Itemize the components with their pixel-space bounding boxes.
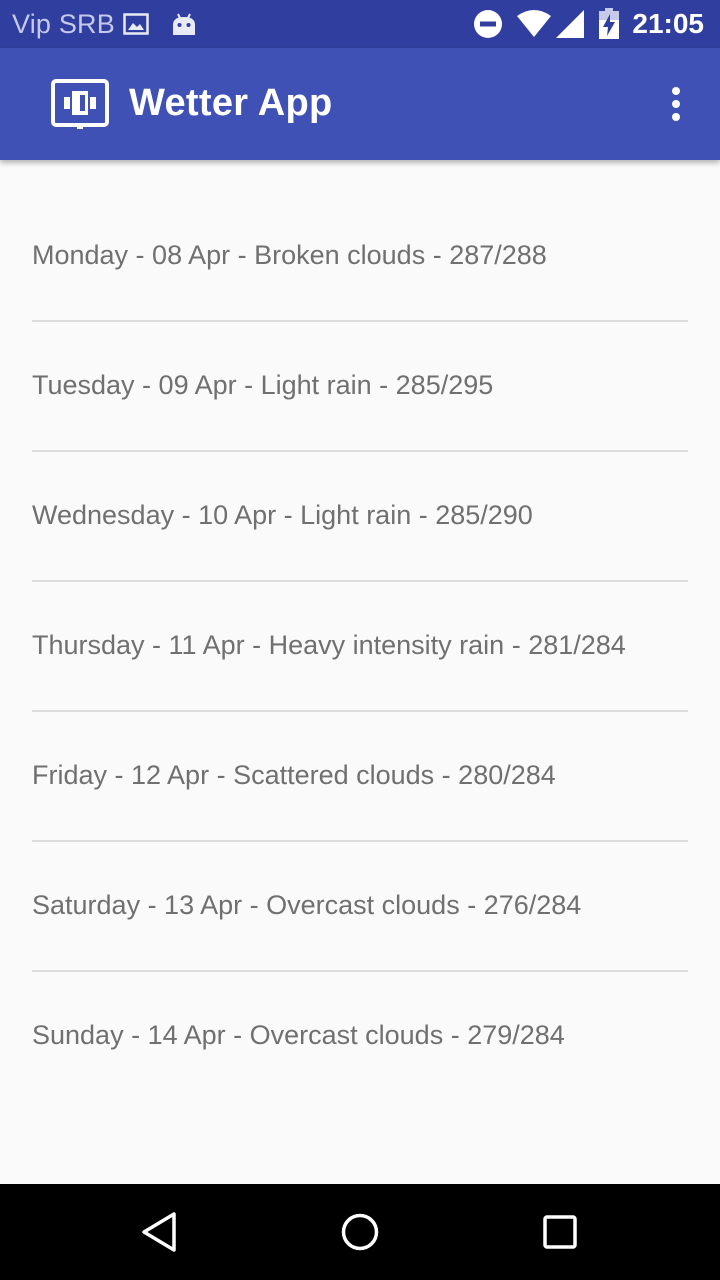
forecast-text: Thursday - 11 Apr - Heavy intensity rain… — [32, 630, 626, 660]
status-clock: 21:05 — [632, 8, 704, 39]
list-item[interactable]: Tuesday - 09 Apr - Light rain - 285/295 — [32, 290, 688, 420]
list-item[interactable]: Monday - 08 Apr - Broken clouds - 287/28… — [32, 160, 688, 290]
forecast-text: Sunday - 14 Apr - Overcast clouds - 279/… — [32, 1020, 565, 1050]
forecast-text: Saturday - 13 Apr - Overcast clouds - 27… — [32, 890, 582, 920]
navigation-bar — [0, 1184, 720, 1280]
battery-charging-icon — [597, 0, 621, 48]
app-title: Wetter App — [129, 82, 333, 124]
carrier-label: Vip SRB — [12, 9, 115, 39]
back-button[interactable] — [132, 1204, 188, 1260]
app-bar: Wetter App — [0, 48, 720, 160]
forecast-text: Wednesday - 10 Apr - Light rain - 285/29… — [32, 500, 533, 530]
list-item[interactable]: Sunday - 14 Apr - Overcast clouds - 279/… — [32, 940, 688, 1070]
forecast-list: Monday - 08 Apr - Broken clouds - 287/28… — [0, 160, 720, 1184]
wifi-icon — [515, 0, 553, 48]
forecast-text: Tuesday - 09 Apr - Light rain - 285/295 — [32, 370, 494, 400]
do-not-disturb-icon — [472, 0, 504, 48]
forecast-text: Monday - 08 Apr - Broken clouds - 287/28… — [32, 240, 547, 270]
more-options-button[interactable] — [656, 78, 696, 130]
signal-icon — [554, 0, 586, 48]
recents-button[interactable] — [532, 1204, 588, 1260]
list-item[interactable]: Thursday - 11 Apr - Heavy intensity rain… — [32, 550, 688, 680]
list-item[interactable]: Saturday - 13 Apr - Overcast clouds - 27… — [32, 810, 688, 940]
forecast-text: Friday - 12 Apr - Scattered clouds - 280… — [32, 760, 556, 790]
back-icon — [142, 1212, 176, 1252]
recents-icon — [543, 1215, 577, 1249]
android-icon — [170, 0, 198, 48]
app-logo-icon — [50, 78, 110, 130]
list-item[interactable]: Friday - 12 Apr - Scattered clouds - 280… — [32, 680, 688, 810]
home-icon — [341, 1213, 379, 1251]
more-vert-icon — [672, 87, 680, 121]
home-button[interactable] — [332, 1204, 388, 1260]
image-icon — [122, 0, 150, 48]
list-item[interactable]: Wednesday - 10 Apr - Light rain - 285/29… — [32, 420, 688, 550]
status-bar: Vip SRB 21:05 — [0, 0, 720, 48]
